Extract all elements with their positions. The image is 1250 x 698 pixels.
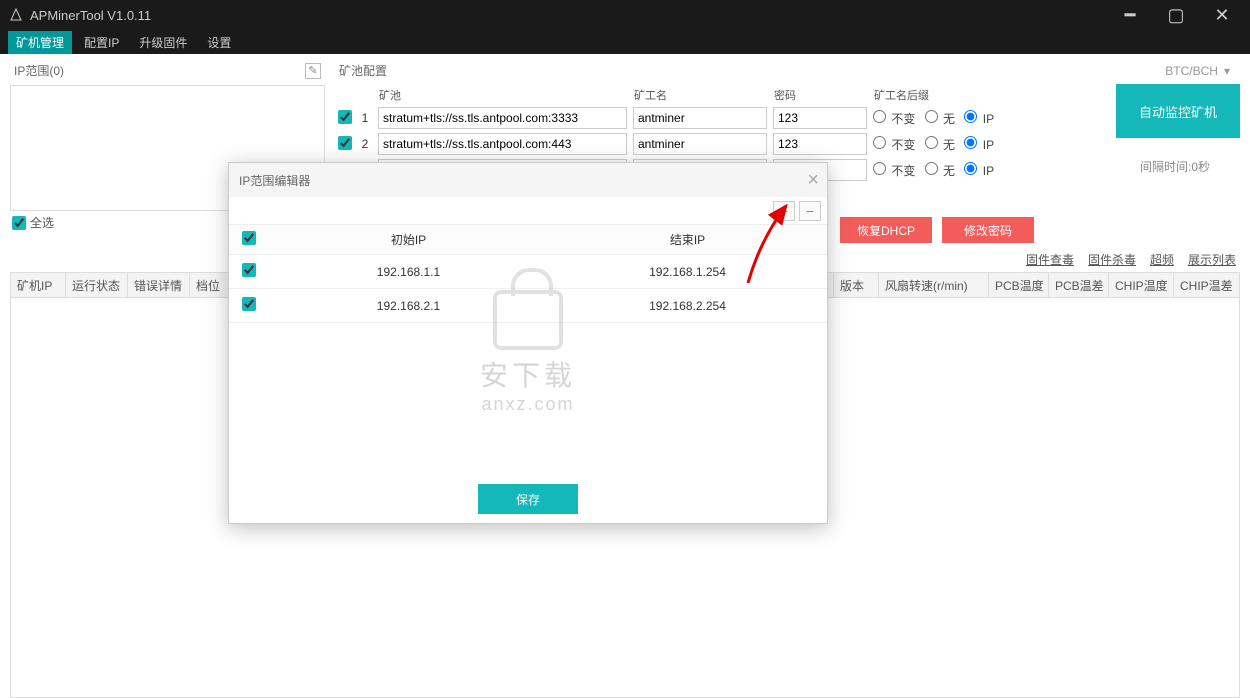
pool-row-1-suffix-none[interactable]: 无 [925,112,955,126]
gcol-error[interactable]: 错误详情 [128,273,190,297]
pool-row-2-check[interactable] [338,136,352,150]
chevron-down-icon: ▾ [1224,64,1230,78]
pool-row-2-suffix-none[interactable]: 无 [925,138,955,152]
col-pwd: 密码 [770,85,870,105]
pool-row-1-suffix-keep[interactable]: 不变 [873,112,915,126]
col-pool: 矿池 [375,85,630,105]
coin-label: BTC/BCH [1165,64,1218,78]
menu-bar: 矿机管理 配置IP 升级固件 设置 [0,30,1250,54]
gcol-pcbdiff[interactable]: PCB温差 [1049,273,1109,297]
interval-label: 间隔时间:0秒 [1110,158,1240,175]
pool-row-1-worker[interactable] [633,107,767,129]
edit-ip-range-icon[interactable]: ✎ [305,63,321,79]
auto-monitor-button[interactable]: 自动监控矿机 [1116,84,1240,138]
pool-row-3-suffix-none[interactable]: 无 [925,164,955,178]
select-all-label: 全选 [30,214,54,231]
dialog-check-all[interactable] [242,231,256,245]
dialog-row-2-check[interactable] [242,297,256,311]
pool-row-1-suffix-ip[interactable]: IP [964,112,994,126]
gcol-version[interactable]: 版本 [834,273,879,297]
pool-row-2-worker[interactable] [633,133,767,155]
add-row-button[interactable]: + [773,201,795,221]
app-title: APMinerTool V1.0.11 [30,8,1116,23]
pool-config-label: 矿池配置 [339,62,387,79]
dialog-row-1-start[interactable]: 192.168.1.1 [269,265,548,279]
gcol-pcbtemp[interactable]: PCB温度 [989,273,1049,297]
dialog-row-1-check[interactable] [242,263,256,277]
gcol-fan[interactable]: 风扇转速(r/min) [879,273,989,297]
dialog-row-2-end[interactable]: 192.168.2.254 [548,299,827,313]
link-overclock[interactable]: 超频 [1150,251,1174,268]
restore-dhcp-button[interactable]: 恢复DHCP [840,217,932,243]
pool-row-1-url[interactable] [378,107,627,129]
gcol-chiptemp[interactable]: CHIP温度 [1109,273,1174,297]
gcol-status[interactable]: 运行状态 [66,273,128,297]
coin-select[interactable]: BTC/BCH ▾ [1165,64,1236,78]
link-firmware-kill[interactable]: 固件杀毒 [1088,251,1136,268]
pool-row-3-suffix-ip[interactable]: IP [964,164,994,178]
dialog-col-start: 初始IP [269,231,548,248]
pool-row-2-idx: 2 [358,137,372,151]
pool-row-3-suffix-keep[interactable]: 不变 [873,164,915,178]
menu-config-ip[interactable]: 配置IP [76,31,127,54]
dialog-col-end: 结束IP [548,231,827,248]
menu-miner-manage[interactable]: 矿机管理 [8,31,72,54]
maximize-button[interactable]: ▢ [1162,5,1190,25]
dialog-row-2-start[interactable]: 192.168.2.1 [269,299,548,313]
dialog-row-1-end[interactable]: 192.168.1.254 [548,265,827,279]
menu-settings[interactable]: 设置 [199,31,239,54]
ip-range-editor-dialog: IP范围编辑器 × + − 初始IP 结束IP 192.168.1.1 192.… [228,162,828,524]
minimize-button[interactable]: ━ [1116,5,1144,25]
pool-row-2-pwd[interactable] [773,133,867,155]
remove-row-button[interactable]: − [799,201,821,221]
pool-row-2-url[interactable] [378,133,627,155]
ip-range-label: IP范围(0) [14,62,64,79]
title-bar: APMinerTool V1.0.11 ━ ▢ ✕ [0,0,1250,30]
col-worker: 矿工名 [630,85,770,105]
menu-upgrade-firmware[interactable]: 升级固件 [131,31,195,54]
gcol-chipdiff[interactable]: CHIP温差 [1174,273,1239,297]
pool-row-1-pwd[interactable] [773,107,867,129]
app-icon [8,7,24,23]
pool-row-2-suffix-ip[interactable]: IP [964,138,994,152]
link-firmware-scan[interactable]: 固件查毒 [1026,251,1074,268]
pool-row-2-suffix-keep[interactable]: 不变 [873,138,915,152]
dialog-save-button[interactable]: 保存 [478,484,578,514]
gcol-ip[interactable]: 矿机IP [11,273,66,297]
gcol-gear[interactable]: 档位 [190,273,230,297]
dialog-close-icon[interactable]: × [807,169,819,192]
pool-row-1-check[interactable] [338,110,352,124]
select-all[interactable]: 全选 [12,214,54,231]
link-show-list[interactable]: 展示列表 [1188,251,1236,268]
col-suffix: 矿工名后缀 [870,85,1100,105]
change-password-button[interactable]: 修改密码 [942,217,1034,243]
close-button[interactable]: ✕ [1208,5,1236,25]
pool-row-1-idx: 1 [358,111,372,125]
dialog-title: IP范围编辑器 [239,172,310,189]
